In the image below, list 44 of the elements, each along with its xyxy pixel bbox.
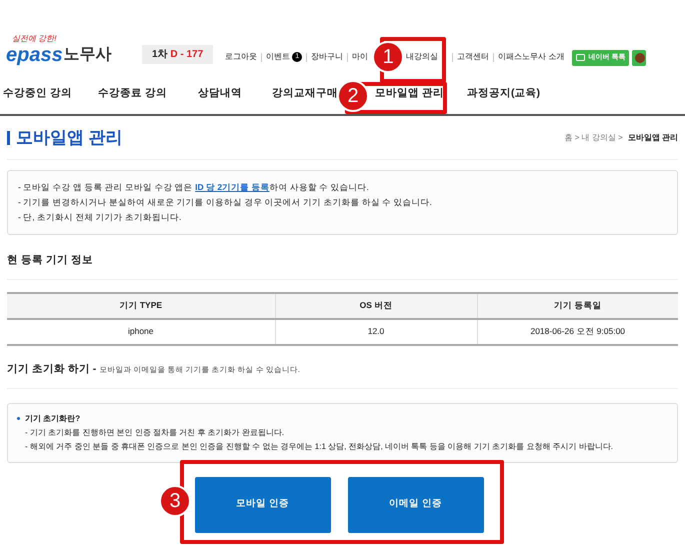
nav-tab[interactable]: 상담내역 xyxy=(198,87,242,100)
step-marker: 3 xyxy=(159,485,191,517)
section-title: 기기 초기화 하기 - xyxy=(7,362,96,377)
verify-button[interactable]: 이메일 인증 xyxy=(348,476,484,532)
page-title: 모바일앱 관리 xyxy=(16,126,123,149)
chat-icon xyxy=(576,54,586,62)
table-cell: 12.0 xyxy=(275,318,477,345)
notice-link[interactable]: ID 당 2기기를 등록 xyxy=(195,182,270,192)
breadcrumb-item: 모바일앱 관리 xyxy=(628,132,678,144)
step-marker: 1 xyxy=(372,41,404,73)
table-cell: 2018-06-26 오전 9:05:00 xyxy=(477,318,678,345)
top-link[interactable]: 장바구니 xyxy=(311,51,344,63)
info-heading: 기기 초기화란? xyxy=(25,412,80,424)
nav-tab[interactable]: 수강중인 강의 xyxy=(3,87,72,100)
nav-tab[interactable]: 수강종료 강의 xyxy=(98,87,167,100)
section-title: 현 등록 기기 정보 xyxy=(7,253,94,268)
nav-tab[interactable]: 모바일앱 관리 xyxy=(375,87,444,100)
logo-tagline: 실전에 강한! xyxy=(11,34,58,44)
logo-name: 노무사 xyxy=(64,45,112,65)
column-header: OS 버전 xyxy=(275,292,477,319)
top-link[interactable]: 내강의실 xyxy=(406,51,438,63)
notice-text: - 기기를 변경하시거나 분실하여 새로운 기기를 이용하실 경우 이곳에서 기기 초기화를 하실 수 있습니다. xyxy=(18,196,433,209)
breadcrumb-item[interactable]: 홈 > 내 강의실 > xyxy=(564,132,623,144)
info-text: - 기기 초기화를 진행하면 본인 인증 절차를 거친 후 초기화가 완료됩니다. xyxy=(24,426,286,438)
nav-tab[interactable]: 강의교재구매 xyxy=(272,87,338,100)
logo[interactable]: 실전에 강한! epass노무사 xyxy=(6,34,130,66)
top-link[interactable]: 고객센터 xyxy=(457,51,490,63)
nav-tab[interactable]: 과정공지(교육) xyxy=(467,87,540,100)
column-header: 기기 등록일 xyxy=(477,292,678,319)
circle-icon[interactable] xyxy=(632,50,646,66)
top-link[interactable]: 로그아웃 xyxy=(225,51,258,63)
info-text: - 해외에 거주 중인 분들 중 휴대폰 인증으로 본인 인증을 진행할 수 없는 경우에는 1:1 상담, 전화상담, 네이버 톡톡 등을 이용해 기기 초기화를 요청해 주시기 바랍니다. xyxy=(24,440,614,452)
title-bar-marker xyxy=(7,130,10,144)
logo-brand: epass xyxy=(6,44,63,66)
notice-text: - 모바일 수강 앱 등록 관리 모바일 수강 앱은 ID 당 2기기를 등록하여 사용할 수 있습니다. xyxy=(18,181,370,194)
step-marker: 2 xyxy=(337,80,369,112)
top-link[interactable]: 마이 xyxy=(352,51,368,63)
notice-text: - 단, 초기화시 전체 기기가 초기화됩니다. xyxy=(18,211,182,224)
top-link[interactable]: 이패스노무사 소개 xyxy=(498,51,564,63)
bullet-icon xyxy=(17,417,20,420)
column-header: 기기 TYPE xyxy=(7,292,275,319)
table-cell: iphone xyxy=(7,318,275,345)
verify-button[interactable]: 모바일 인증 xyxy=(194,476,330,532)
dday-counter: 1차 D - 177 xyxy=(142,45,214,64)
